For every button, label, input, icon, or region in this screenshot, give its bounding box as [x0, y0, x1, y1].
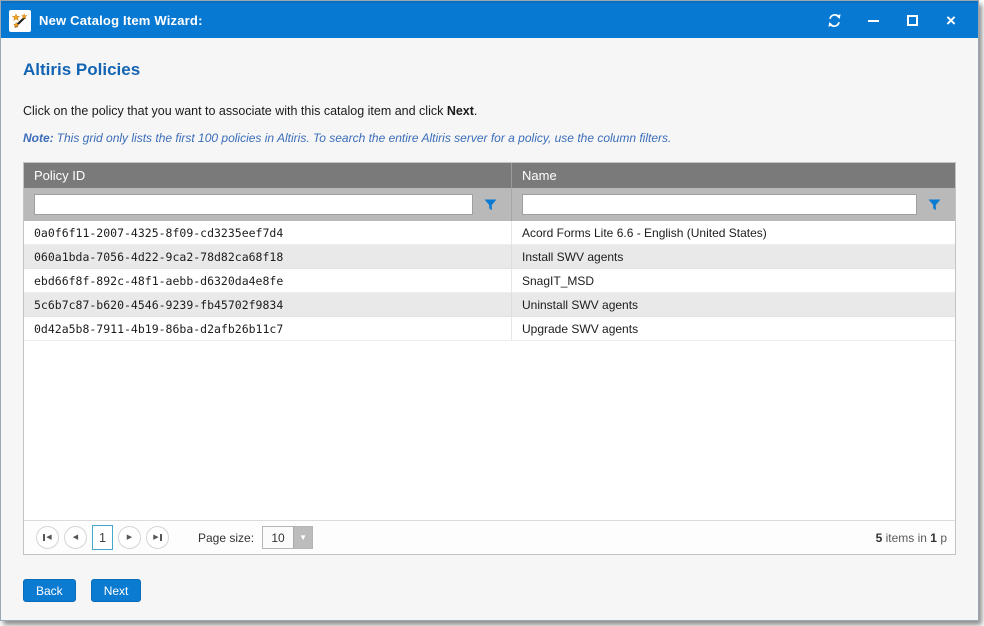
- policy-id-cell: 0a0f6f11-2007-4325-8f09-cd3235eef7d4: [24, 221, 511, 244]
- pager-next-button[interactable]: ▶: [118, 526, 141, 549]
- close-icon: ×: [946, 12, 956, 29]
- policy-id-filter-cell: [24, 188, 511, 221]
- refresh-button[interactable]: [821, 9, 847, 33]
- grid-empty-area: [24, 341, 955, 520]
- next-page-icon: ▶: [127, 534, 132, 541]
- policy-id-filter-input[interactable]: [34, 194, 473, 215]
- maximize-icon: [907, 15, 918, 26]
- policy-id-cell: 060a1bda-7056-4d22-9ca2-78d82ca68f18: [24, 245, 511, 268]
- name-filter-input[interactable]: [522, 194, 917, 215]
- table-row[interactable]: ebd66f8f-892c-48f1-aebb-d6320da4e8fe Sna…: [24, 269, 955, 293]
- table-row[interactable]: 5c6b7c87-b620-4546-9239-fb45702f9834 Uni…: [24, 293, 955, 317]
- window-title: New Catalog Item Wizard:: [39, 13, 821, 28]
- back-button[interactable]: Back: [23, 579, 76, 602]
- pages-count: 1: [930, 531, 937, 545]
- page-size-label: Page size:: [198, 531, 254, 545]
- filter-funnel-icon: [928, 199, 941, 211]
- last-page-icon: [160, 534, 162, 541]
- note-body: This grid only lists the first 100 polic…: [57, 131, 672, 145]
- grid-filter-row: [24, 188, 955, 221]
- page-size-select: 10 ▼: [262, 526, 313, 549]
- next-button[interactable]: Next: [91, 579, 142, 602]
- page-size-dropdown-button[interactable]: ▼: [293, 527, 312, 548]
- window-controls: ×: [821, 9, 964, 33]
- policy-id-filter-button[interactable]: [477, 194, 503, 216]
- column-header-name[interactable]: Name: [511, 163, 955, 188]
- wizard-footer: Back Next: [23, 579, 956, 602]
- pager: ◀ ◀ 1 ▶ ▶ Page size: 10 ▼ 5 items in 1 p: [24, 520, 955, 554]
- table-row[interactable]: 0d42a5b8-7911-4b19-86ba-d2afb26b11c7 Upg…: [24, 317, 955, 341]
- maximize-button[interactable]: [899, 9, 925, 33]
- name-cell: Uninstall SWV agents: [511, 293, 955, 316]
- note-label: Note:: [23, 131, 54, 145]
- page-title: Altiris Policies: [23, 60, 956, 80]
- prev-page-icon: ◀: [73, 534, 78, 541]
- wizard-window: New Catalog Item Wizard: × Altiris: [0, 0, 979, 621]
- policy-id-cell: 5c6b7c87-b620-4546-9239-fb45702f9834: [24, 293, 511, 316]
- name-cell: Upgrade SWV agents: [511, 317, 955, 340]
- instruction-text: Click on the policy that you want to ass…: [23, 104, 956, 118]
- title-bar: New Catalog Item Wizard: ×: [1, 1, 978, 38]
- minimize-icon: [868, 20, 879, 22]
- instruction-prefix: Click on the policy that you want to ass…: [23, 104, 447, 118]
- filter-funnel-icon: [484, 199, 497, 211]
- name-filter-button[interactable]: [921, 194, 947, 216]
- close-button[interactable]: ×: [938, 9, 964, 33]
- pager-last-button[interactable]: ▶: [146, 526, 169, 549]
- name-cell: Acord Forms Lite 6.6 - English (United S…: [511, 221, 955, 244]
- wizard-app-icon: [9, 10, 31, 32]
- policy-id-cell: ebd66f8f-892c-48f1-aebb-d6320da4e8fe: [24, 269, 511, 292]
- name-cell: SnagIT_MSD: [511, 269, 955, 292]
- instruction-next-emphasis: Next: [447, 104, 474, 118]
- note-text: Note:This grid only lists the first 100 …: [23, 131, 956, 145]
- table-row[interactable]: 0a0f6f11-2007-4325-8f09-cd3235eef7d4 Aco…: [24, 221, 955, 245]
- chevron-down-icon: ▼: [299, 533, 307, 542]
- pager-prev-button[interactable]: ◀: [64, 526, 87, 549]
- items-summary: 5 items in 1 p: [876, 531, 947, 545]
- column-header-policy-id[interactable]: Policy ID: [24, 163, 511, 188]
- name-cell: Install SWV agents: [511, 245, 955, 268]
- policies-grid: Policy ID Name: [23, 162, 956, 555]
- pager-first-button[interactable]: ◀: [36, 526, 59, 549]
- policy-id-cell: 0d42a5b8-7911-4b19-86ba-d2afb26b11c7: [24, 317, 511, 340]
- name-filter-cell: [511, 188, 955, 221]
- page-size-value: 10: [263, 527, 293, 548]
- minimize-button[interactable]: [860, 9, 886, 33]
- grid-header-row: Policy ID Name: [24, 163, 955, 188]
- wizard-content: Altiris Policies Click on the policy tha…: [1, 60, 978, 621]
- table-row[interactable]: 060a1bda-7056-4d22-9ca2-78d82ca68f18 Ins…: [24, 245, 955, 269]
- first-page-icon: [43, 534, 45, 541]
- refresh-icon: [827, 13, 842, 28]
- pager-current-page[interactable]: 1: [92, 525, 113, 550]
- instruction-suffix: .: [474, 104, 477, 118]
